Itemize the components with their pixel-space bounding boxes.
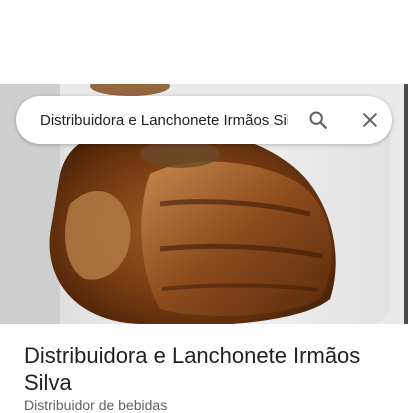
place-category: Distribuidor de bebidas: [24, 397, 168, 413]
search-input[interactable]: [40, 111, 288, 129]
scrollbar[interactable]: [404, 84, 408, 324]
place-info-panel: Distribuidora e Lanchonete Irmãos Silva …: [0, 324, 408, 413]
search-icon: [309, 111, 327, 129]
top-blank-area: [0, 0, 408, 84]
close-icon: [363, 113, 377, 127]
search-button[interactable]: [298, 100, 338, 140]
place-title: Distribuidora e Lanchonete Irmãos Silva: [24, 343, 361, 395]
close-button[interactable]: [350, 100, 390, 140]
search-bar[interactable]: [16, 96, 392, 144]
